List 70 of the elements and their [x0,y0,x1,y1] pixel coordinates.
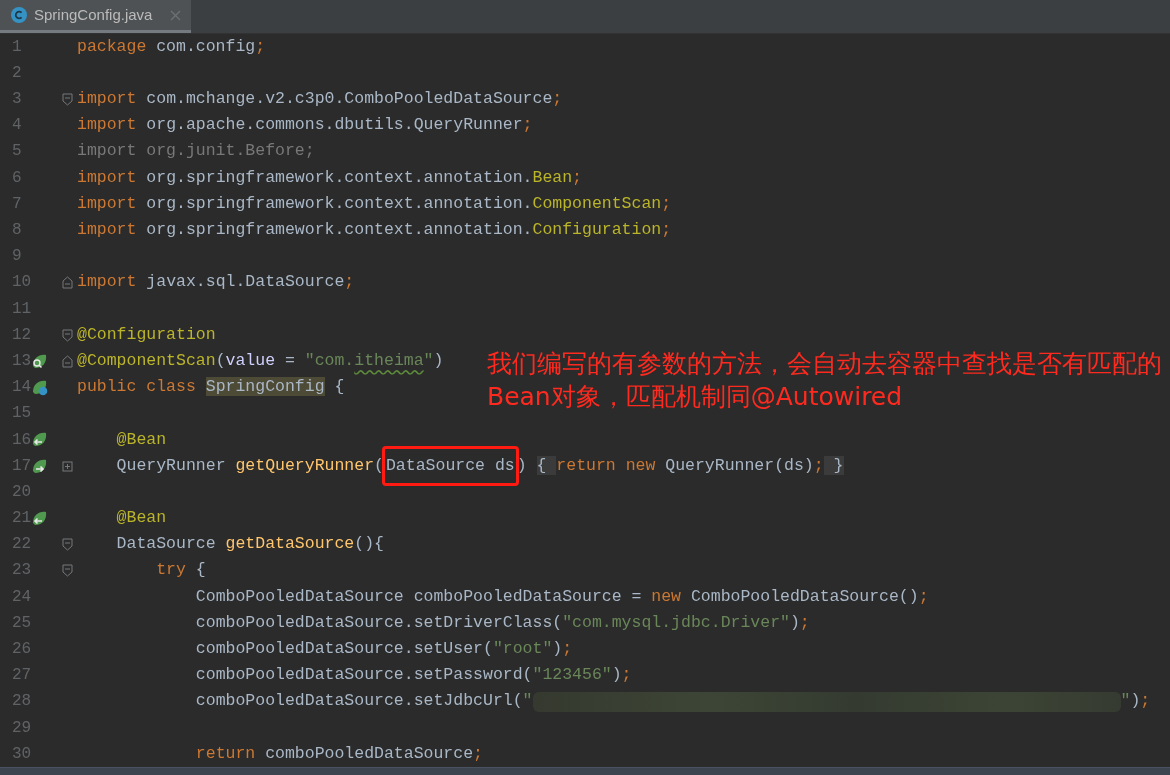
line-number: 21 [11,509,32,528]
bean-arrow-icon[interactable] [31,457,48,475]
line-number: 23 [11,561,32,580]
code-line: import org.springframework.context.annotation.Bean; [77,166,582,189]
collapse-fold-icon[interactable] [62,564,73,578]
code-line: import org.springframework.context.annotation.Configuration; [77,219,672,242]
code-line: @Bean [116,428,167,451]
line-number: 26 [11,640,32,659]
bean-search-icon[interactable] [31,352,48,370]
collapse-fold-icon[interactable] [62,538,73,552]
line-number: 2 [11,63,22,82]
code-line: DataSource getDataSource(){ [116,533,384,556]
code-line: ) { return new QueryRunner(ds); } [516,454,844,477]
line-number: 15 [11,404,32,423]
collapse-fold-icon[interactable] [62,92,73,106]
code-line: "); [1120,690,1151,713]
bean-class-icon[interactable] [31,379,48,397]
code-line: import org.junit.Before; [77,140,315,163]
code-line: comboPooledDataSource.setDriverClass("com.mysql.jdbc.Driver"); [195,611,810,634]
line-number: 25 [11,613,32,632]
code-line: return comboPooledDataSource; [195,742,483,765]
line-number: 17 [11,456,32,475]
line-number: 6 [11,168,22,187]
line-number: 22 [11,535,32,554]
line-number: 10 [11,273,32,292]
line-number: 13 [11,351,32,370]
code-line: public class SpringConfig { [77,376,345,399]
code-line: @Configuration [77,323,216,346]
code-line: package com.config; [77,35,266,58]
line-number: 7 [11,194,22,213]
line-number: 8 [11,221,22,240]
code-line: comboPooledDataSource.setUser("root"); [195,638,573,661]
line-number: 11 [11,299,32,318]
line-number: 3 [11,90,22,109]
collapse-fold-icon[interactable] [62,276,73,290]
line-number: 12 [11,325,32,344]
code-line: comboPooledDataSource.setJdbcUrl(" [195,690,533,713]
code-line: import org.apache.commons.dbutils.QueryRunner; [77,114,533,137]
annotation-text: 我们编写的有参数的方法，会自动去容器中查找是否有匹配的Bean对象，匹配机制同@Autowired [487,348,1163,413]
bean-arrow-icon[interactable] [31,509,48,527]
line-number: 24 [11,587,32,606]
line-number: 9 [11,247,22,266]
line-number: 16 [11,430,32,449]
code-line: import org.springframework.context.annotation.ComponentScan; [77,192,672,215]
line-number: 1 [11,37,22,56]
code-line: import com.mchange.v2.c3p0.ComboPooledDataSource; [77,88,563,111]
expand-fold-icon[interactable] [62,459,73,473]
close-icon[interactable] [170,9,181,21]
line-number: 27 [11,666,32,685]
line-number: 20 [11,482,32,501]
collapse-fold-icon[interactable] [62,354,73,368]
code-line: ComboPooledDataSource comboPooledDataSource = new ComboPooledDataSource(); [195,585,929,608]
boxed-code: DataSource ds [381,445,519,487]
line-number: 14 [11,378,32,397]
code-line: @ComponentScan(value = "com.itheima") [77,349,444,372]
class-icon [11,7,27,23]
file-tab[interactable]: SpringConfig.java [0,0,191,33]
code-line: QueryRunner getQueryRunner( [116,454,384,477]
line-number: 28 [11,692,32,711]
line-number: 5 [11,142,22,161]
line-number: 4 [11,116,22,135]
line-number: 30 [11,744,32,763]
line-number: 29 [11,718,32,737]
code-line: comboPooledDataSource.setPassword("123456"); [195,664,632,687]
code-line: @Bean [116,507,167,530]
code-line: import javax.sql.DataSource; [77,271,355,294]
horizontal-scrollbar[interactable] [0,767,1170,775]
bean-arrow-icon[interactable] [31,431,48,449]
collapse-fold-icon[interactable] [62,328,73,342]
code-line: try { [156,559,206,582]
